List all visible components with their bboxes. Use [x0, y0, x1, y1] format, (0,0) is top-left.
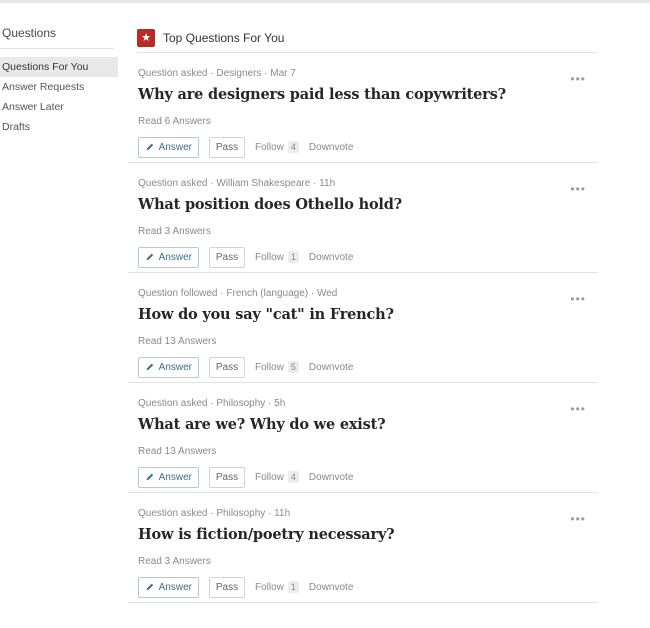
read-answers-link[interactable]: Read 13 Answers	[138, 446, 598, 458]
more-options-icon[interactable]: •••	[570, 398, 586, 420]
feed-header: ★ Top Questions For You	[137, 24, 597, 53]
feed-title: Top Questions For You	[163, 31, 285, 45]
star-icon: ★	[137, 29, 155, 47]
sidebar-item-answer-requests[interactable]: Answer Requests	[0, 77, 118, 97]
answer-label: Answer	[158, 251, 192, 263]
follow-label: Follow	[255, 251, 284, 263]
pass-button[interactable]: Pass	[209, 576, 245, 598]
more-options-icon[interactable]: •••	[570, 288, 586, 310]
follow-count: 1	[287, 581, 299, 593]
answer-button[interactable]: Answer	[138, 576, 199, 598]
question-actions: Answer Pass Follow 5 Downvote •••	[138, 292, 598, 378]
question-card: Question asked · William Shakespeare · 1…	[128, 163, 598, 273]
answer-button[interactable]: Answer	[138, 466, 199, 488]
follow-label: Follow	[255, 141, 284, 153]
more-options-icon[interactable]: •••	[570, 178, 586, 200]
question-card: Question asked · Philosophy · 5h What ar…	[128, 383, 598, 493]
answer-label: Answer	[158, 471, 192, 483]
follow-label: Follow	[255, 581, 284, 593]
sidebar-item-questions-for-you[interactable]: Questions For You	[0, 57, 118, 77]
pencil-icon	[146, 473, 154, 481]
downvote-button[interactable]: Downvote	[309, 582, 353, 593]
answer-label: Answer	[158, 141, 192, 153]
question-meta: Question asked · Designers · Mar 7	[138, 68, 296, 79]
question-meta: Question asked · Philosophy · 11h	[138, 508, 291, 519]
follow-button[interactable]: Follow 4	[255, 471, 299, 483]
sidebar-title: Questions	[0, 26, 114, 49]
follow-count: 4	[287, 141, 299, 153]
follow-label: Follow	[255, 361, 284, 373]
answer-button[interactable]: Answer	[138, 246, 199, 268]
question-actions: Answer Pass Follow 1 Downvote •••	[138, 512, 598, 598]
downvote-button[interactable]: Downvote	[309, 252, 353, 263]
question-card: Question asked · Designers · Mar 7 Why a…	[128, 53, 598, 163]
follow-button[interactable]: Follow 1	[255, 581, 299, 593]
downvote-button[interactable]: Downvote	[309, 472, 353, 483]
more-options-icon[interactable]: •••	[570, 68, 586, 90]
sidebar-item-answer-later[interactable]: Answer Later	[0, 97, 118, 117]
question-title[interactable]: What are we? Why do we exist?	[138, 416, 598, 434]
follow-button[interactable]: Follow 1	[255, 251, 299, 263]
downvote-button[interactable]: Downvote	[309, 362, 353, 373]
question-actions: Answer Pass Follow 1 Downvote •••	[138, 182, 598, 268]
pass-button[interactable]: Pass	[209, 246, 245, 268]
question-title[interactable]: How is fiction/poetry necessary?	[138, 526, 598, 544]
follow-button[interactable]: Follow 4	[255, 141, 299, 153]
more-options-icon[interactable]: •••	[570, 508, 586, 530]
sidebar-item-drafts[interactable]: Drafts	[0, 117, 118, 137]
answer-button[interactable]: Answer	[138, 136, 199, 158]
read-answers-link[interactable]: Read 3 Answers	[138, 226, 598, 238]
question-actions: Answer Pass Follow 4 Downvote •••	[138, 72, 598, 158]
question-title[interactable]: What position does Othello hold?	[138, 196, 598, 214]
follow-count: 5	[287, 361, 299, 373]
pencil-icon	[146, 363, 154, 371]
question-card: Question followed · French (language) · …	[128, 273, 598, 383]
follow-button[interactable]: Follow 5	[255, 361, 299, 373]
read-answers-link[interactable]: Read 6 Answers	[138, 116, 598, 128]
pass-button[interactable]: Pass	[209, 136, 245, 158]
top-divider	[0, 0, 650, 3]
question-card: Question asked · Philosophy · 11h How is…	[128, 493, 598, 603]
read-answers-link[interactable]: Read 13 Answers	[138, 336, 598, 348]
answer-label: Answer	[158, 361, 192, 373]
follow-label: Follow	[255, 471, 284, 483]
pass-button[interactable]: Pass	[209, 356, 245, 378]
question-meta: Question asked · William Shakespeare · 1…	[138, 178, 336, 189]
answer-label: Answer	[158, 581, 192, 593]
follow-count: 4	[287, 471, 299, 483]
downvote-button[interactable]: Downvote	[309, 142, 353, 153]
read-answers-link[interactable]: Read 3 Answers	[138, 556, 598, 568]
pencil-icon	[146, 253, 154, 261]
question-title[interactable]: Why are designers paid less than copywri…	[138, 86, 598, 104]
pencil-icon	[146, 143, 154, 151]
pass-button[interactable]: Pass	[209, 466, 245, 488]
follow-count: 1	[287, 251, 299, 263]
feed: ★ Top Questions For You Question asked ·…	[128, 24, 598, 603]
question-meta: Question asked · Philosophy · 5h	[138, 398, 286, 409]
sidebar: Questions Questions For You Answer Reque…	[0, 26, 118, 137]
question-title[interactable]: How do you say "cat" in French?	[138, 306, 598, 324]
pencil-icon	[146, 583, 154, 591]
answer-button[interactable]: Answer	[138, 356, 199, 378]
question-meta: Question followed · French (language) · …	[138, 288, 338, 299]
question-actions: Answer Pass Follow 4 Downvote •••	[138, 402, 598, 488]
